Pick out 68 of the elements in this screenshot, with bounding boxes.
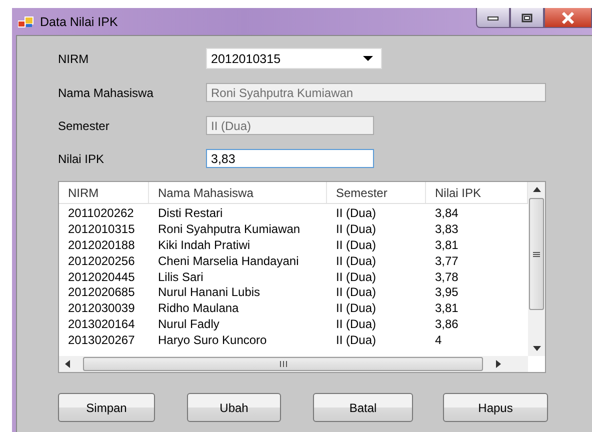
table-cell-text: 2013020164 bbox=[67, 317, 136, 332]
table-cell-text: 4 bbox=[434, 333, 443, 348]
minimize-button[interactable] bbox=[476, 8, 510, 28]
table-cell-text: 2012020188 bbox=[67, 238, 136, 252]
table-cell-text: Ridho Maulana bbox=[157, 301, 240, 316]
table-cell-text: Haryo Suro Kuncoro bbox=[157, 333, 268, 348]
caret-icon bbox=[363, 56, 373, 61]
table-cell-text: 2012030039 bbox=[67, 301, 136, 316]
input-field: Roni Syahputra Kumiawan bbox=[206, 83, 546, 102]
input-field[interactable]: 3,83 bbox=[206, 149, 374, 168]
field-label: Nilai IPK bbox=[58, 152, 106, 166]
table-cell-text: Roni Syahputra Kumiawan bbox=[157, 222, 302, 236]
field-label: Semester bbox=[58, 118, 110, 132]
table-cell-text: 3,86 bbox=[434, 317, 460, 332]
field-label: Nama Mahasiswa bbox=[58, 86, 154, 100]
column-header[interactable]: NIRM bbox=[59, 182, 149, 203]
table-cell-text: Lilis Sari bbox=[157, 270, 204, 284]
maximize-icon bbox=[521, 12, 533, 22]
nirm-dropdown[interactable]: 2012010315 bbox=[206, 48, 382, 69]
table-cell-text: Kiki Indah Pratiwi bbox=[157, 238, 252, 252]
table-cell-text: 3,78 bbox=[434, 270, 460, 284]
table-cell-text: II (Dua) bbox=[335, 254, 378, 268]
left-arrow-icon[interactable] bbox=[65, 360, 70, 368]
table-cell-text: Disti Restari bbox=[157, 206, 224, 220]
grip-icon bbox=[280, 361, 286, 367]
table-cell-text: II (Dua) bbox=[335, 317, 378, 332]
table-cell-text: II (Dua) bbox=[335, 333, 378, 348]
maximize-button[interactable] bbox=[510, 8, 544, 28]
table-cell-text: Nurul Hanani Lubis bbox=[157, 285, 262, 300]
table-cell-text: 2012020256 bbox=[67, 254, 136, 268]
action-button[interactable]: Simpan bbox=[58, 393, 155, 422]
field-label: NIRM bbox=[58, 52, 90, 66]
grip-icon bbox=[533, 252, 540, 256]
table-cell-text: 3,83 bbox=[434, 222, 460, 236]
table-cell-text: Nurul Fadly bbox=[157, 317, 220, 332]
action-button[interactable]: Ubah bbox=[187, 393, 281, 422]
table-cell-text: 3,81 bbox=[434, 238, 460, 252]
table-cell-text: II (Dua) bbox=[335, 285, 378, 300]
table-cell-text: 2012020685 bbox=[67, 285, 136, 300]
table-cell-text: II (Dua) bbox=[335, 301, 378, 316]
table-cell-text: 3,77 bbox=[434, 254, 460, 268]
table-cell-text: 2013020267 bbox=[67, 333, 136, 348]
app-icon bbox=[18, 16, 34, 28]
table-cell-text: II (Dua) bbox=[335, 206, 378, 220]
up-arrow-icon[interactable] bbox=[532, 187, 540, 192]
table-cell-text: II (Dua) bbox=[335, 270, 378, 284]
table-cell-text: II (Dua) bbox=[335, 222, 378, 236]
action-button[interactable]: Batal bbox=[313, 393, 413, 422]
table-cell-text: II (Dua) bbox=[335, 238, 378, 252]
column-header[interactable]: Semester bbox=[327, 182, 426, 203]
horizontal-scrollbar[interactable] bbox=[59, 356, 528, 372]
close-icon bbox=[561, 12, 575, 24]
down-arrow-icon[interactable] bbox=[532, 346, 540, 351]
table-cell-text: 2012020445 bbox=[67, 270, 136, 284]
right-arrow-icon[interactable] bbox=[496, 360, 501, 368]
table-cell-text: 2011020262 bbox=[67, 206, 135, 220]
table-cell-text: 2012010315 bbox=[67, 222, 136, 236]
input-field: II (Dua) bbox=[206, 116, 374, 135]
action-button[interactable]: Hapus bbox=[443, 393, 548, 422]
table-cell-text: 3,84 bbox=[434, 206, 460, 220]
table-cell-text: 3,81 bbox=[434, 301, 460, 316]
close-button[interactable] bbox=[544, 8, 592, 28]
table-cell-text: 3,95 bbox=[434, 285, 460, 300]
window-title: Data Nilai IPK bbox=[40, 14, 118, 28]
column-header[interactable]: Nama Mahasiswa bbox=[149, 182, 327, 203]
table-cell-text: Cheni Marselia Handayani bbox=[157, 254, 300, 268]
minimize-icon bbox=[487, 14, 499, 20]
vertical-scrollbar[interactable] bbox=[528, 182, 545, 356]
